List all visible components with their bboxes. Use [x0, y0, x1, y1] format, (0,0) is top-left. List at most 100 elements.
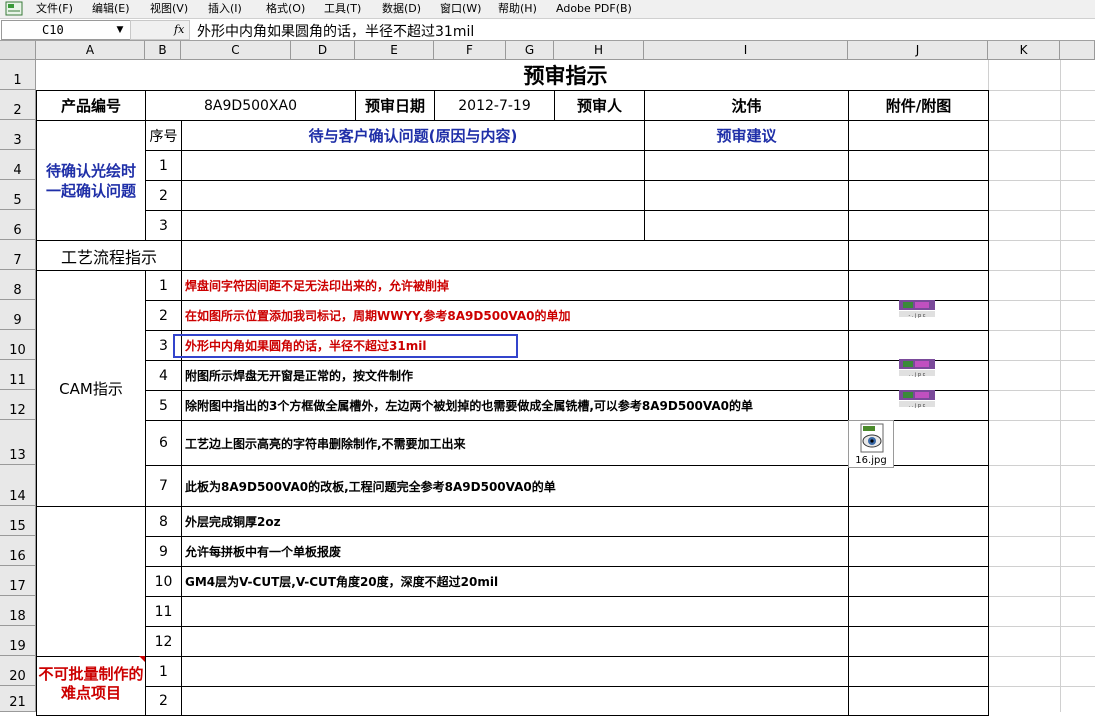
advice-header[interactable]: 预审建议 [644, 120, 849, 151]
attachment-cell-14[interactable] [848, 465, 989, 507]
column-header-j[interactable]: J [848, 41, 988, 60]
attachment-cell-3[interactable] [848, 120, 989, 151]
reviewer-value[interactable]: 沈伟 [644, 90, 849, 121]
cam-item-1-text[interactable]: 焊盘间字符因间距不足无法印出来的，允许被削掉 [181, 270, 849, 301]
menu-tools[interactable]: 工具(T) [324, 2, 361, 16]
other-item-10-number[interactable]: 10 [145, 566, 182, 597]
other-item-11-text[interactable] [181, 596, 849, 627]
attachment-cell-8[interactable] [848, 270, 989, 301]
attachment-label[interactable]: 附件/附图 [848, 90, 989, 121]
attachment-cell-19[interactable] [848, 626, 989, 657]
confirm-advice-1[interactable] [644, 150, 849, 181]
cam-item-2-number[interactable]: 2 [145, 300, 182, 331]
row-header-6[interactable]: 6 [0, 210, 36, 240]
row-header-18[interactable]: 18 [0, 596, 36, 626]
confirm-section-label[interactable]: 待确认光绘时一起确认问题 [36, 120, 146, 241]
column-header-g[interactable]: G [506, 41, 554, 60]
cam-item-4-text[interactable]: 附图所示焊盘无开窗是正常的，按文件制作 [181, 360, 849, 391]
attachment-cell-6[interactable] [848, 210, 989, 241]
menu-data[interactable]: 数据(D) [382, 2, 421, 16]
column-header-f[interactable]: F [434, 41, 506, 60]
process-flow-label[interactable]: 工艺流程指示 [36, 240, 182, 271]
cam-item-3-text[interactable]: 外形中内角如果圆角的话，半径不超过31mil [181, 330, 849, 361]
row-header-15[interactable]: 15 [0, 506, 36, 536]
menu-adobe-pdf[interactable]: Adobe PDF(B) [556, 2, 632, 16]
column-header-k[interactable]: K [988, 41, 1060, 60]
row-header-12[interactable]: 12 [0, 390, 36, 420]
row-header-17[interactable]: 17 [0, 566, 36, 596]
attachment-cell-16[interactable] [848, 536, 989, 567]
cam-item-4-number[interactable]: 4 [145, 360, 182, 391]
confirm-issue-1[interactable] [181, 150, 645, 181]
column-header-l[interactable] [1060, 41, 1095, 60]
confirm-issue-2[interactable] [181, 180, 645, 211]
confirm-issue-3[interactable] [181, 210, 645, 241]
row-header-20[interactable]: 20 [0, 656, 36, 686]
chevron-down-icon[interactable]: ▼ [112, 21, 128, 39]
embedded-image-thumbnail-icon[interactable]: - . j p c [897, 299, 937, 319]
column-header-b[interactable]: B [145, 41, 181, 60]
row-header-14[interactable]: 14 [0, 465, 36, 506]
select-all-corner[interactable] [0, 41, 36, 60]
cam-item-5-number[interactable]: 5 [145, 390, 182, 421]
other-item-12-number[interactable]: 12 [145, 626, 182, 657]
row-header-2[interactable]: 2 [0, 90, 36, 120]
other-item-11-number[interactable]: 11 [145, 596, 182, 627]
row-header-9[interactable]: 9 [0, 300, 36, 330]
row-header-16[interactable]: 16 [0, 536, 36, 566]
confirm-seq-3[interactable]: 3 [145, 210, 182, 241]
cam-item-2-text[interactable]: 在如图所示位置添加我司标记，周期WWYY,参考8A9D500VA0的单加 [181, 300, 849, 331]
reviewer-label[interactable]: 预审人 [554, 90, 645, 121]
other-item-8-text[interactable]: 外层完成铜厚2oz [181, 506, 849, 537]
menu-file[interactable]: 文件(F) [36, 2, 73, 16]
other-item-9-number[interactable]: 9 [145, 536, 182, 567]
row-header-21[interactable]: 21 [0, 686, 36, 712]
product-number-label[interactable]: 产品编号 [36, 90, 146, 121]
jpg-file-icon[interactable]: 16.jpg [848, 420, 894, 468]
attachment-cell-18[interactable] [848, 596, 989, 627]
other-item-8-number[interactable]: 8 [145, 506, 182, 537]
other-item-12-text[interactable] [181, 626, 849, 657]
review-date-label[interactable]: 预审日期 [355, 90, 435, 121]
review-date-value[interactable]: 2012-7-19 [434, 90, 555, 121]
issue-header[interactable]: 待与客户确认问题(原因与内容) [181, 120, 645, 151]
cam-item-7-number[interactable]: 7 [145, 465, 182, 507]
column-header-h[interactable]: H [554, 41, 644, 60]
menu-help[interactable]: 帮助(H) [498, 2, 537, 16]
embedded-image-thumbnail-icon[interactable]: . . j p c [897, 358, 937, 378]
cam-item-3-number[interactable]: 3 [145, 330, 182, 361]
row-header-7[interactable]: 7 [0, 240, 36, 270]
column-header-e[interactable]: E [355, 41, 434, 60]
attachment-cell-17[interactable] [848, 566, 989, 597]
column-header-i[interactable]: I [644, 41, 848, 60]
menu-insert[interactable]: 插入(I) [208, 2, 242, 16]
column-header-a[interactable]: A [36, 41, 145, 60]
difficulty-item-1-text[interactable] [181, 656, 849, 687]
sheet-title[interactable]: 预审指示 [36, 60, 1095, 90]
function-button[interactable]: fx [130, 20, 190, 40]
row-header-4[interactable]: 4 [0, 150, 36, 180]
excel-app-icon[interactable] [5, 1, 23, 16]
column-header-c[interactable]: C [181, 41, 291, 60]
name-box[interactable]: C10 ▼ [1, 20, 131, 40]
process-flow-value[interactable] [181, 240, 849, 271]
formula-input[interactable]: 外形中内角如果圆角的话，半径不超过31mil [197, 21, 474, 41]
embedded-image-thumbnail-icon[interactable]: . . j p c [897, 389, 937, 409]
confirm-seq-2[interactable]: 2 [145, 180, 182, 211]
attachment-cell-10[interactable] [848, 330, 989, 361]
attachment-cell-4[interactable] [848, 150, 989, 181]
cam-item-5-text[interactable]: 除附图中指出的3个方框做全属槽外，左边两个被划掉的也需要做成全属铣槽,可以参考8… [181, 390, 849, 421]
cam-section-label[interactable]: CAM指示 [36, 270, 146, 507]
other-section-label[interactable] [36, 506, 146, 657]
other-item-10-text[interactable]: GM4层为V-CUT层,V-CUT角度20度，深度不超过20mil [181, 566, 849, 597]
cam-item-6-number[interactable]: 6 [145, 420, 182, 466]
confirm-seq-1[interactable]: 1 [145, 150, 182, 181]
cam-item-1-number[interactable]: 1 [145, 270, 182, 301]
attachment-cell-20[interactable] [848, 656, 989, 687]
row-header-1[interactable]: 1 [0, 60, 36, 90]
row-header-19[interactable]: 19 [0, 626, 36, 656]
confirm-advice-2[interactable] [644, 180, 849, 211]
menu-view[interactable]: 视图(V) [150, 2, 188, 16]
confirm-advice-3[interactable] [644, 210, 849, 241]
product-number-value[interactable]: 8A9D500XA0 [145, 90, 356, 121]
